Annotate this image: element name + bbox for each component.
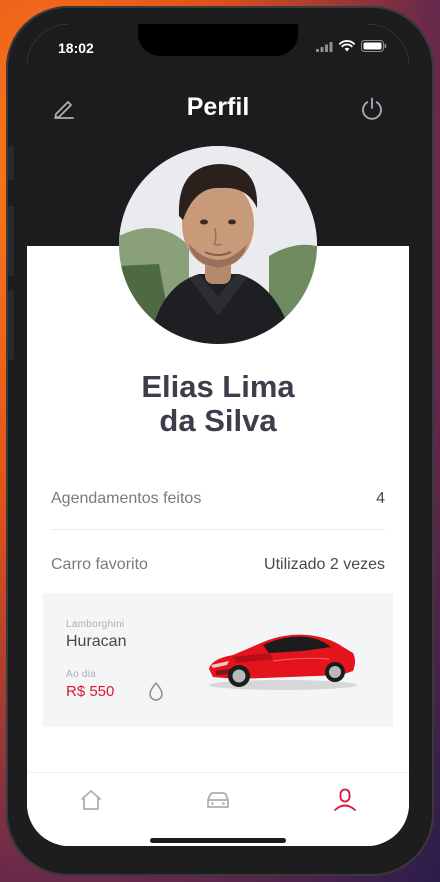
logout-button[interactable] <box>359 96 385 122</box>
car-brand: Lamborghini <box>66 619 125 630</box>
tab-profile[interactable] <box>332 787 358 813</box>
device-notch <box>138 24 298 56</box>
status-time: 18:02 <box>58 40 94 56</box>
profile-name-line1: Elias Lima <box>141 369 295 404</box>
mute-switch <box>8 146 14 180</box>
profile-icon <box>334 788 356 811</box>
bottom-tab-bar <box>27 772 409 846</box>
favorite-car-row: Carro favorito Utilizado 2 vezes <box>51 556 385 574</box>
app-screen: 18:02 Perfil Elias Lima da Silva Agendam… <box>27 24 409 846</box>
home-indicator <box>150 838 286 843</box>
favorite-car-usage: Utilizado 2 vezes <box>264 556 385 573</box>
appointments-row: Agendamentos feitos 4 <box>51 490 385 508</box>
favorite-car-card[interactable]: Lamborghini Huracan Ao dia R$ 550 <box>43 593 393 727</box>
favorite-car-label: Carro favorito <box>51 556 148 573</box>
avatar[interactable] <box>119 146 317 344</box>
wifi-icon <box>339 40 355 52</box>
volume-down-button <box>8 290 14 360</box>
car-price: R$ 550 <box>66 683 115 700</box>
avatar-photo <box>119 146 317 344</box>
stats-divider <box>51 529 385 530</box>
drop-icon <box>149 682 163 701</box>
appointments-value: 4 <box>376 490 385 507</box>
car-icon <box>207 792 229 808</box>
tab-home[interactable] <box>78 787 104 813</box>
home-icon <box>81 790 101 810</box>
tab-cars[interactable] <box>205 787 231 813</box>
signal-icon <box>316 41 333 52</box>
power-icon <box>362 97 382 120</box>
car-model: Huracan <box>66 633 127 650</box>
appointments-label: Agendamentos feitos <box>51 490 202 507</box>
page-title: Perfil <box>186 93 250 121</box>
car-image <box>209 634 357 690</box>
battery-icon <box>361 40 387 52</box>
volume-up-button <box>8 206 14 276</box>
profile-name: Elias Lima da Silva <box>27 370 409 438</box>
car-price-period: Ao dia <box>66 669 97 680</box>
status-icons <box>316 40 387 52</box>
profile-name-line2: da Silva <box>159 403 277 438</box>
